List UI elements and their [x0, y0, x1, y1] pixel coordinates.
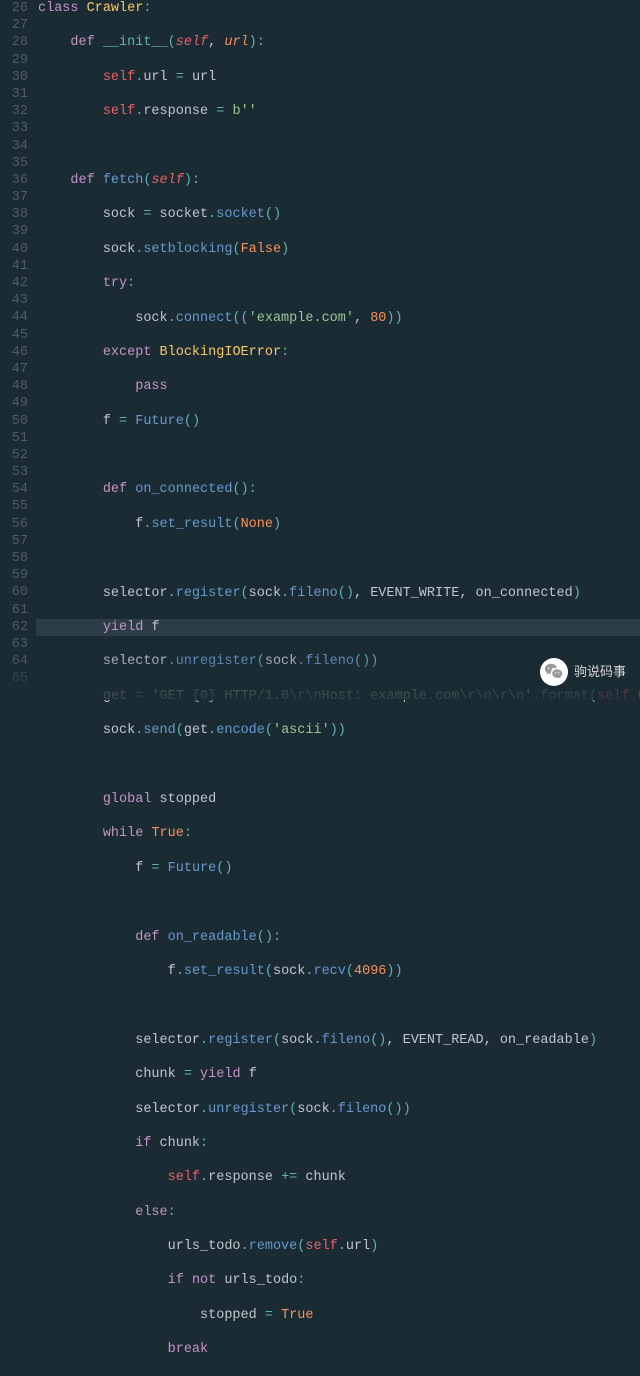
code-line[interactable]: sock.setblocking(False) — [38, 241, 640, 258]
code-line[interactable]: sock.connect(('example.com', 80)) — [38, 310, 640, 327]
line-number: 52 — [0, 447, 28, 464]
line-number: 65 — [0, 670, 28, 687]
line-number: 58 — [0, 550, 28, 567]
line-number: 48 — [0, 378, 28, 395]
code-line[interactable]: global stopped — [38, 791, 640, 808]
line-number: 57 — [0, 533, 28, 550]
code-line[interactable]: f.set_result(sock.recv(4096)) — [38, 963, 640, 980]
watermark-label: 驹说码事 — [574, 663, 626, 680]
wechat-icon — [540, 658, 568, 686]
line-number: 44 — [0, 309, 28, 326]
code-editor[interactable]: 2627282930313233343536373839404142434445… — [0, 0, 640, 1376]
line-number: 41 — [0, 258, 28, 275]
code-content[interactable]: class Crawler: def __init__(self, url): … — [36, 0, 640, 1376]
line-number: 40 — [0, 241, 28, 258]
code-line[interactable]: sock = socket.socket() — [38, 206, 640, 223]
code-line[interactable]: self.url = url — [38, 69, 640, 86]
code-line[interactable]: pass — [38, 378, 640, 395]
line-number: 32 — [0, 103, 28, 120]
code-line[interactable]: urls_todo.remove(self.url) — [38, 1238, 640, 1255]
code-line[interactable]: f = Future() — [38, 860, 640, 877]
line-number: 31 — [0, 86, 28, 103]
line-number: 29 — [0, 52, 28, 69]
line-number: 50 — [0, 413, 28, 430]
line-number: 34 — [0, 138, 28, 155]
code-line[interactable]: def __init__(self, url): — [38, 34, 640, 51]
line-number: 51 — [0, 430, 28, 447]
line-number: 64 — [0, 653, 28, 670]
line-number: 39 — [0, 223, 28, 240]
line-number: 46 — [0, 344, 28, 361]
code-line[interactable]: chunk = yield f — [38, 1066, 640, 1083]
line-number: 60 — [0, 584, 28, 601]
code-line[interactable] — [38, 894, 640, 911]
code-line[interactable]: self.response += chunk — [38, 1169, 640, 1186]
code-line[interactable]: class Crawler: — [38, 0, 640, 17]
code-line[interactable] — [38, 550, 640, 567]
code-line[interactable]: while True: — [38, 825, 640, 842]
line-number: 62 — [0, 619, 28, 636]
code-line[interactable]: def on_connected(): — [38, 481, 640, 498]
line-number: 56 — [0, 516, 28, 533]
code-line[interactable]: if chunk: — [38, 1135, 640, 1152]
code-line[interactable] — [38, 997, 640, 1014]
code-line[interactable]: f.set_result(None) — [38, 516, 640, 533]
line-number: 61 — [0, 602, 28, 619]
code-line[interactable]: try: — [38, 275, 640, 292]
code-line[interactable] — [38, 757, 640, 774]
wechat-watermark: 驹说码事 — [540, 658, 626, 686]
code-line[interactable]: self.response = b'' — [38, 103, 640, 120]
line-number: 37 — [0, 189, 28, 206]
line-number: 63 — [0, 636, 28, 653]
line-number: 33 — [0, 120, 28, 137]
line-number: 49 — [0, 395, 28, 412]
code-line[interactable]: selector.register(sock.fileno(), EVENT_R… — [38, 1032, 640, 1049]
code-line[interactable]: def fetch(self): — [38, 172, 640, 189]
code-line[interactable]: stopped = True — [38, 1307, 640, 1324]
code-line[interactable]: selector.unregister(sock.fileno()) — [38, 1101, 640, 1118]
code-line[interactable]: break — [38, 1341, 640, 1358]
line-number: 35 — [0, 155, 28, 172]
line-number: 47 — [0, 361, 28, 378]
line-number: 45 — [0, 327, 28, 344]
code-line[interactable]: else: — [38, 1204, 640, 1221]
code-line[interactable]: def on_readable(): — [38, 929, 640, 946]
code-line[interactable] — [38, 447, 640, 464]
line-number: 43 — [0, 292, 28, 309]
line-number: 28 — [0, 34, 28, 51]
code-line[interactable]: selector.register(sock.fileno(), EVENT_W… — [38, 585, 640, 602]
line-number: 54 — [0, 481, 28, 498]
line-number: 53 — [0, 464, 28, 481]
code-line[interactable]: yield f — [36, 619, 640, 636]
code-line[interactable]: sock.send(get.encode('ascii')) — [38, 722, 640, 739]
code-line[interactable] — [38, 138, 640, 155]
line-number: 30 — [0, 69, 28, 86]
code-line[interactable]: get = 'GET {0} HTTP/1.0\r\nHost: example… — [38, 688, 640, 705]
line-number: 59 — [0, 567, 28, 584]
line-number: 42 — [0, 275, 28, 292]
line-number: 26 — [0, 0, 28, 17]
code-line[interactable]: if not urls_todo: — [38, 1272, 640, 1289]
code-line[interactable]: except BlockingIOError: — [38, 344, 640, 361]
line-number: 55 — [0, 498, 28, 515]
line-number: 27 — [0, 17, 28, 34]
line-number: 36 — [0, 172, 28, 189]
line-number-gutter: 2627282930313233343536373839404142434445… — [0, 0, 36, 1376]
code-line[interactable]: f = Future() — [38, 413, 640, 430]
line-number: 38 — [0, 206, 28, 223]
